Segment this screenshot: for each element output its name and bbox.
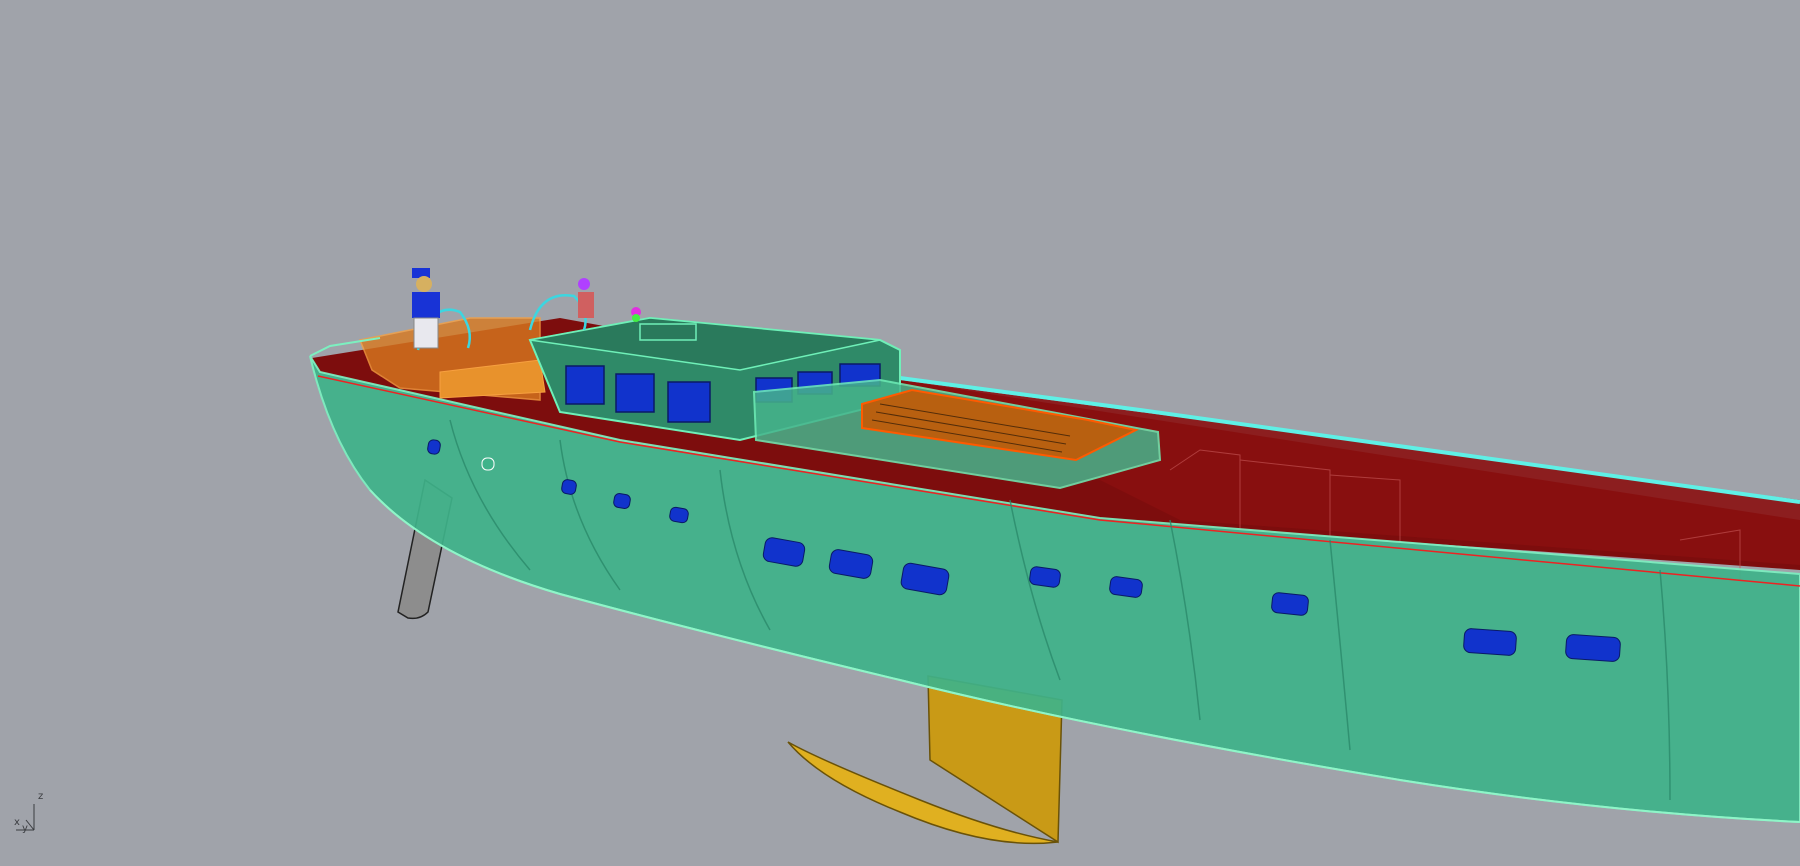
crew-figure-helm: [412, 268, 440, 349]
boat-model-render[interactable]: [0, 0, 1800, 866]
crew-figure-2: [578, 278, 594, 318]
3d-viewport[interactable]: z x y: [0, 0, 1800, 866]
axis-z-label: z: [38, 791, 44, 802]
crew-figure-3: [631, 307, 641, 322]
axis-gizmo: z x y: [12, 790, 52, 834]
axis-x-label: x: [14, 817, 20, 828]
axis-y-label: y: [22, 823, 28, 834]
